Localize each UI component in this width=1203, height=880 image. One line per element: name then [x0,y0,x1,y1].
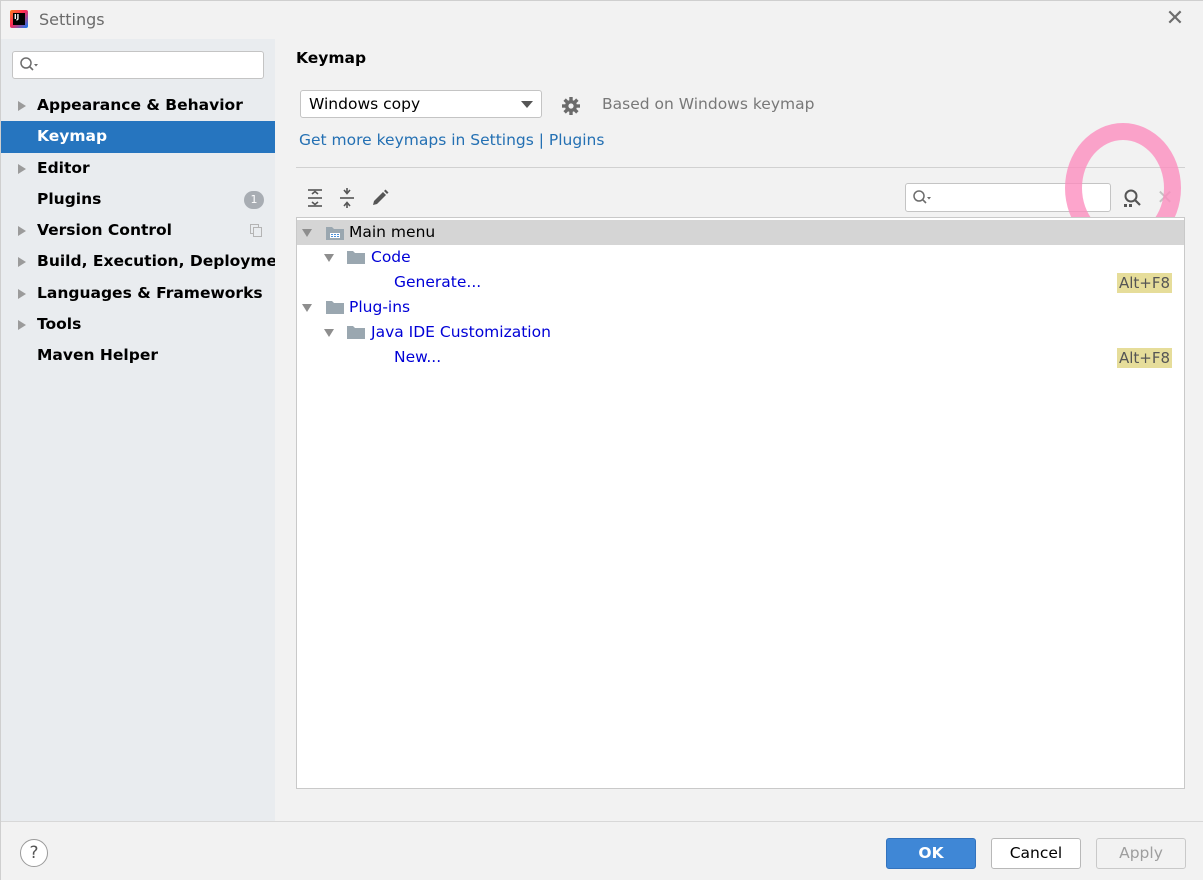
shortcut-badge: Alt+F8 [1117,348,1173,368]
expand-arrow-icon[interactable] [18,320,26,331]
search-icon [20,57,38,71]
window-title: Settings [39,10,105,29]
copy-icon [250,224,262,238]
expand-all-icon[interactable] [304,187,326,209]
find-by-shortcut-icon[interactable] [1121,187,1143,209]
dialog-footer: ? OK Cancel Apply [1,821,1203,880]
expand-arrow-icon[interactable] [18,288,26,299]
keymap-filter-input[interactable] [905,183,1111,212]
sidebar-item-label: Maven Helper [37,346,158,365]
tree-row-label: Generate... [394,273,482,291]
settings-dialog: IJ Settings ✕ Appearance & Behavior Keym… [0,0,1203,880]
get-more-keymaps-link[interactable]: Get more keymaps in Settings | Plugins [299,131,604,149]
expand-arrow-icon[interactable] [324,329,334,337]
expand-arrow-icon[interactable] [18,226,26,237]
tree-row-label: Plug-ins [349,298,411,316]
sidebar-item-appearance-behavior[interactable]: Appearance & Behavior [1,90,275,121]
sidebar-item-label: Languages & Frameworks [37,283,263,302]
sidebar-item-label: Tools [37,315,82,334]
folder-icon [326,301,344,314]
sidebar-item-build-execution-deployment[interactable]: Build, Execution, Deployment [1,246,296,277]
expand-arrow-icon[interactable] [18,257,26,268]
sidebar-item-tools[interactable]: Tools [1,309,275,340]
sidebar-item-plugins[interactable]: Plugins 1 [1,184,275,215]
tree-row-main-menu[interactable]: Main menu [297,220,1184,245]
tree-row-label: Main menu [349,223,436,241]
keymap-panel: Keymap Windows copy Based on Windows key… [275,39,1203,821]
collapse-all-icon[interactable] [336,187,358,209]
search-icon [913,190,931,204]
chevron-down-icon [521,101,533,108]
tree-row-label: Code [371,248,411,266]
tree-row-label: New... [394,348,442,366]
intellij-logo-icon: IJ [10,10,28,28]
sidebar-item-languages-frameworks[interactable]: Languages & Frameworks [1,278,275,309]
settings-nav: Appearance & Behavior Keymap Editor Plug… [1,90,296,372]
title-bar: IJ Settings ✕ [1,1,1203,39]
sidebar-item-label: Build, Execution, Deployment [37,252,296,271]
help-button[interactable]: ? [20,839,48,867]
main-menu-icon [326,227,344,240]
sidebar-item-keymap[interactable]: Keymap [1,121,275,153]
sidebar-item-label: Appearance & Behavior [37,96,243,114]
based-on-label: Based on Windows keymap [602,95,815,113]
tree-row-new[interactable]: New... Alt+F8 [297,345,1184,370]
settings-sidebar: Appearance & Behavior Keymap Editor Plug… [1,39,296,821]
settings-search-input[interactable] [12,51,264,79]
expand-arrow-icon[interactable] [302,229,312,237]
tree-row-java-ide-customization[interactable]: Java IDE Customization [297,320,1184,345]
expand-arrow-icon[interactable] [324,254,334,262]
cancel-button[interactable]: Cancel [991,838,1081,869]
edit-pencil-icon[interactable] [369,187,391,209]
get-more-keymaps-link-text[interactable]: Get more keymaps in Settings | Plugins [299,131,604,149]
updates-badge: 1 [244,190,264,209]
tree-row-code[interactable]: Code [297,245,1184,270]
sidebar-item-label: Plugins [37,189,102,208]
tree-row-label: Java IDE Customization [371,323,551,341]
sidebar-item-maven-helper[interactable]: Maven Helper [1,340,275,371]
expand-arrow-icon[interactable] [18,101,26,111]
sidebar-item-version-control[interactable]: Version Control [1,215,275,246]
expand-arrow-icon[interactable] [302,304,312,312]
sidebar-item-label: Keymap [37,127,108,146]
divider [296,167,1185,168]
apply-button[interactable]: Apply [1096,838,1186,869]
sidebar-item-editor[interactable]: Editor [1,153,275,184]
shortcut-badge: Alt+F8 [1117,273,1173,293]
ok-button[interactable]: OK [886,838,976,869]
gear-icon[interactable] [560,95,582,117]
tree-row-generate[interactable]: Generate... Alt+F8 [297,270,1184,295]
clear-filter-icon[interactable]: ✕ [1155,186,1175,208]
sidebar-item-label: Version Control [37,221,172,240]
tree-row-plug-ins[interactable]: Plug-ins [297,295,1184,320]
keymap-select[interactable]: Windows copy [300,90,542,118]
keymap-select-value: Windows copy [309,95,421,113]
expand-arrow-icon[interactable] [18,163,26,174]
keymap-action-tree: Main menu Code Generate... Alt+F8 Plug-i… [296,217,1185,789]
folder-icon [347,326,365,339]
page-title: Keymap [296,49,367,67]
folder-icon [347,251,365,264]
close-icon[interactable]: ✕ [1164,7,1186,31]
sidebar-item-label: Editor [37,158,90,177]
